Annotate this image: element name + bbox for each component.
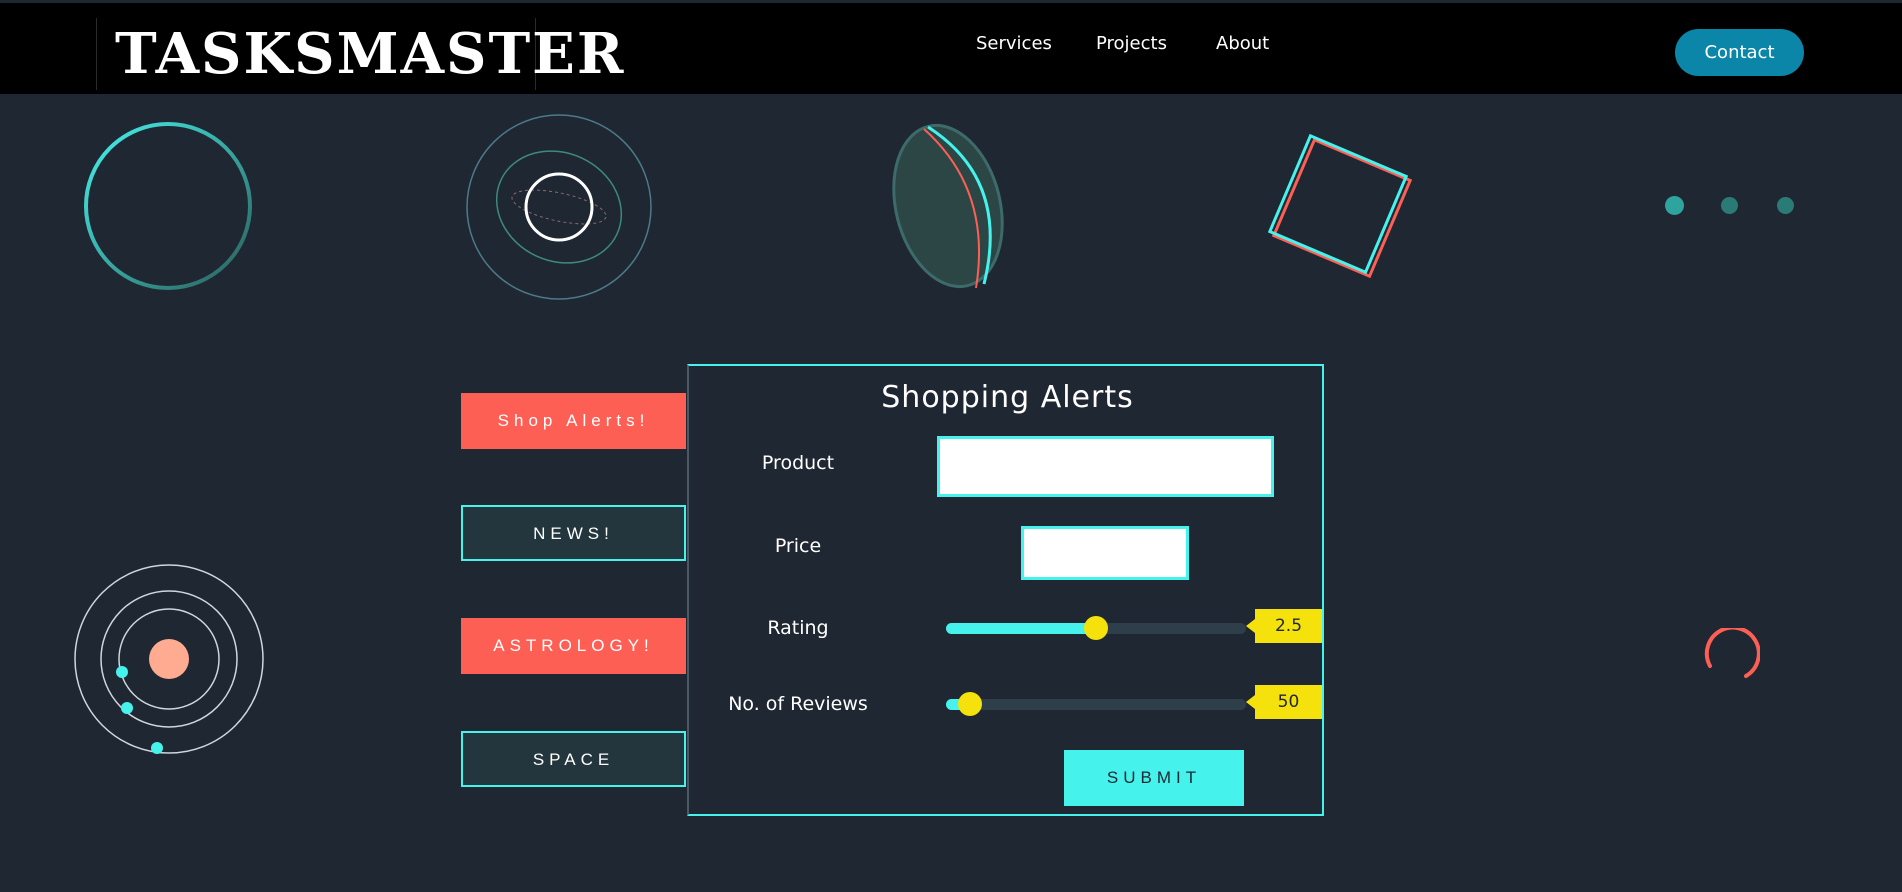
top-navbar: TASKSMASTER Services Projects About Cont… <box>0 3 1902 94</box>
contact-button[interactable]: Contact <box>1675 29 1804 76</box>
square-icon <box>1267 133 1413 279</box>
reviews-slider-thumb[interactable] <box>958 692 982 716</box>
planet-orbit-icon <box>466 114 652 300</box>
space-button[interactable]: SPACE <box>461 731 686 787</box>
rating-slider-fill <box>946 623 1096 634</box>
form-title: Shopping Alerts <box>881 380 1134 415</box>
spinner-icon <box>1704 628 1760 678</box>
product-input[interactable] <box>937 436 1274 497</box>
rating-label: Rating <box>767 617 829 639</box>
reviews-slider[interactable] <box>946 692 1246 716</box>
nav-link-projects[interactable]: Projects <box>1096 33 1167 54</box>
submit-button[interactable]: SUBMIT <box>1064 750 1244 806</box>
reviews-value-tag: 50 <box>1246 685 1322 719</box>
product-label: Product <box>761 452 835 474</box>
rating-slider[interactable] <box>946 616 1246 640</box>
nav-link-services[interactable]: Services <box>976 33 1052 54</box>
news-button[interactable]: NEWS! <box>461 505 686 561</box>
ring-icon <box>84 122 252 290</box>
loading-dots-icon <box>1665 196 1795 216</box>
solar-system-icon <box>74 564 264 754</box>
lens-icon <box>892 123 1004 289</box>
price-label: Price <box>774 535 822 557</box>
shopping-alerts-form: Shopping Alerts Product Price Rating 2.5… <box>687 364 1324 816</box>
astrology-button[interactable]: ASTROLOGY! <box>461 618 686 674</box>
shop-alerts-button[interactable]: Shop Alerts! <box>461 393 686 449</box>
nav-link-about[interactable]: About <box>1216 33 1269 54</box>
price-input[interactable] <box>1021 526 1189 580</box>
rating-value-tag: 2.5 <box>1246 609 1322 643</box>
logo[interactable]: TASKSMASTER <box>96 18 623 90</box>
reviews-label: No. of Reviews <box>728 693 868 715</box>
rating-slider-thumb[interactable] <box>1084 616 1108 640</box>
